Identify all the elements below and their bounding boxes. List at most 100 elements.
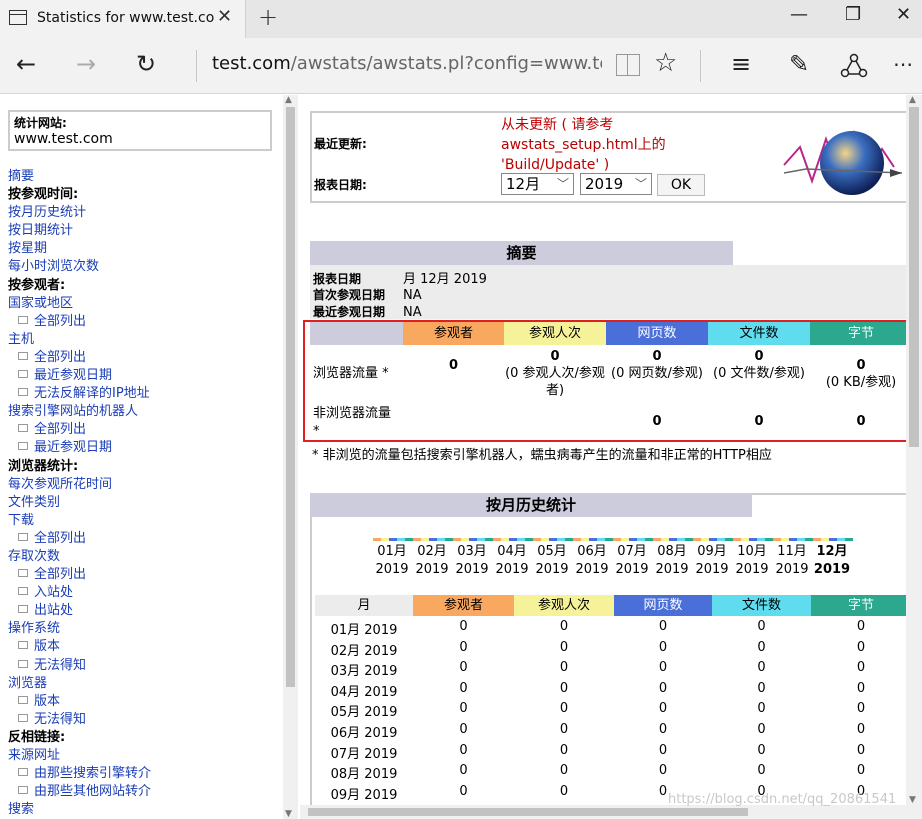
report-date-key: 报表日期: [313, 272, 362, 286]
sidebar-item[interactable]: 无法得知: [8, 657, 288, 675]
last-visit-key: 最近参观日期: [313, 305, 386, 319]
row-value: 0: [658, 680, 668, 696]
monthly-bar: [573, 538, 581, 541]
share-icon[interactable]: [840, 53, 868, 79]
year-select[interactable]: 2019 ﹀: [580, 173, 652, 195]
sidebar-item[interactable]: 全部列出: [8, 421, 288, 439]
scroll-down-icon[interactable]: ▼: [909, 795, 916, 805]
refresh-icon[interactable]: ↻: [136, 49, 156, 79]
scroll-thumb[interactable]: [909, 107, 919, 447]
sidebar-item[interactable]: 主机: [8, 331, 288, 349]
web-note-icon[interactable]: ✎: [789, 49, 809, 79]
year-label: 2019: [575, 562, 609, 577]
sidebar-item[interactable]: 来源网址: [8, 747, 288, 765]
sidebar-item[interactable]: 无法得知: [8, 711, 288, 729]
scroll-thumb[interactable]: [308, 808, 748, 816]
sidebar-item: 按参观时间:: [8, 186, 288, 204]
row-month: 07月 2019: [330, 746, 398, 762]
row-value: 0: [856, 742, 866, 758]
sidebar-item[interactable]: 出站处: [8, 602, 288, 620]
sidebar-item[interactable]: 摘要: [8, 168, 288, 186]
sidebar-item-label: 浏览器: [8, 675, 48, 691]
row-value: 0: [856, 639, 866, 655]
sidebar-item[interactable]: 浏览器: [8, 675, 288, 693]
restore-icon[interactable]: ❐: [845, 4, 861, 25]
sidebar-item[interactable]: 最近参观日期: [8, 367, 288, 385]
sidebar-item[interactable]: 由那些搜索引擎转介: [8, 765, 288, 783]
month-select[interactable]: 12月 ﹀: [501, 173, 574, 195]
address-bar[interactable]: test.com/awstats/awstats.pl?config=www.t…: [212, 53, 602, 74]
right-scrollbar[interactable]: ▲ ▼: [906, 95, 922, 805]
sidebar-item[interactable]: 无法反解译的IP地址: [8, 385, 288, 403]
monthly-bar: [373, 538, 381, 541]
sidebar-item[interactable]: 文件类别: [8, 494, 288, 512]
summary-cell-value: 0: [550, 349, 560, 364]
monthly-chart-label: 05月 2019: [532, 543, 572, 579]
scroll-up-icon[interactable]: ▲: [909, 95, 916, 105]
report-date-value: 月 12月 2019: [403, 272, 487, 287]
summary-cell-value: 0: [754, 414, 764, 429]
sidebar-item[interactable]: 全部列出: [8, 313, 288, 331]
more-icon[interactable]: ⋯: [893, 49, 913, 79]
back-icon[interactable]: ←: [16, 49, 36, 79]
sidebar-item[interactable]: 操作系统: [8, 620, 288, 638]
ok-button[interactable]: OK: [657, 174, 705, 196]
monthly-bar: [389, 538, 397, 541]
hub-menu-icon[interactable]: ≡: [731, 49, 751, 79]
sidebar-item[interactable]: 版本: [8, 638, 288, 656]
sidebar-item-label: 国家或地区: [8, 295, 74, 311]
main-content-frame: 最近更新: 从未更新 ( 请参考 awstats_setup.html上的 'B…: [300, 95, 922, 819]
divider: [700, 50, 701, 82]
awstats-logo: [783, 129, 903, 195]
row-month: 03月 2019: [330, 664, 398, 680]
sidebar-item[interactable]: 按月历史统计: [8, 204, 288, 222]
table-row: 08月 2019 0 0 0 0 0: [315, 761, 911, 782]
summary-cell: 0: [606, 413, 708, 430]
sidebar-item[interactable]: 每次参观所花时间: [8, 476, 288, 494]
summary-column-header: 参观人次: [504, 322, 606, 345]
reading-view-icon[interactable]: [616, 54, 640, 76]
sidebar-item[interactable]: 国家或地区: [8, 295, 288, 313]
favorite-star-icon[interactable]: ☆: [654, 48, 677, 78]
close-window-icon[interactable]: ✕: [896, 4, 911, 25]
row-month: 09月 2019: [330, 787, 398, 803]
sidebar-item[interactable]: 全部列出: [8, 349, 288, 367]
year-label: 2019: [775, 562, 809, 577]
sidebar-item[interactable]: 搜索: [8, 801, 288, 819]
scroll-thumb[interactable]: [286, 107, 295, 687]
sidebar-item[interactable]: 入站处: [8, 584, 288, 602]
monthly-bar: [661, 538, 669, 541]
new-tab-icon[interactable]: +: [258, 3, 278, 31]
sidebar-item[interactable]: 由那些其他网站转介: [8, 783, 288, 801]
sidebar-item-label: 无法得知: [34, 711, 87, 727]
active-tab[interactable]: Statistics for www.test.co ✕: [0, 0, 246, 38]
sidebar-item[interactable]: 按星期: [8, 240, 288, 258]
sidebar-item[interactable]: 全部列出: [8, 566, 288, 584]
scroll-up-icon[interactable]: ▲: [285, 95, 292, 105]
sidebar-item[interactable]: 下载: [8, 512, 288, 530]
monthly-bar: [677, 538, 685, 541]
table-row: 04月 2019 0 0 0 0 0: [315, 679, 911, 700]
sidebar-item[interactable]: 存取次数: [8, 548, 288, 566]
horizontal-scrollbar[interactable]: [300, 805, 922, 819]
sidebar-item[interactable]: 最近参观日期: [8, 439, 288, 457]
forward-icon[interactable]: →: [76, 49, 96, 79]
sidebar-item[interactable]: 按日期统计: [8, 222, 288, 240]
sidebar-item-label: 文件类别: [8, 494, 61, 510]
sidebar-item[interactable]: 全部列出: [8, 530, 288, 548]
sidebar-item[interactable]: 搜索引擎网站的机器人: [8, 403, 288, 421]
info-panel: 最近更新: 从未更新 ( 请参考 awstats_setup.html上的 'B…: [310, 111, 913, 203]
minimize-icon[interactable]: —: [790, 4, 808, 25]
row-value: 0: [459, 763, 468, 779]
sidebar-item[interactable]: 版本: [8, 693, 288, 711]
monthly-bar: [517, 538, 525, 541]
left-scrollbar[interactable]: ▲ ▼: [283, 95, 298, 819]
close-tab-icon[interactable]: ✕: [217, 6, 232, 27]
summary-cell: 0: [810, 413, 912, 430]
row-value: 0: [559, 639, 569, 655]
sidebar-item[interactable]: 每小时浏览次数: [8, 258, 288, 276]
monthly-history-title: 按月历史统计: [310, 493, 752, 517]
footnote: * 非浏览的流量包括搜索引擎机器人，蠕虫病毒产生的流量和非正常的HTTP相应: [312, 448, 772, 463]
list-bullet-icon: [18, 713, 28, 722]
scroll-down-icon[interactable]: ▼: [285, 809, 292, 819]
